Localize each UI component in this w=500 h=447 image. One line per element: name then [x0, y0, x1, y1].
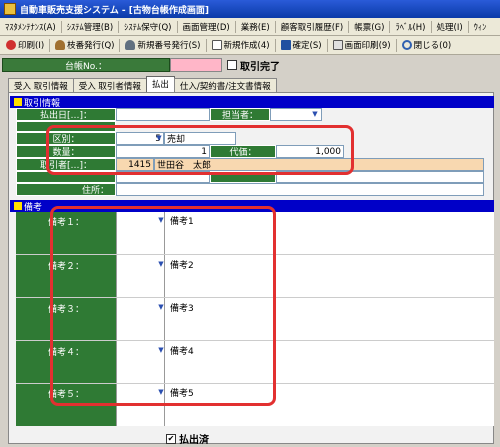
app-icon [4, 3, 16, 15]
toolbar-divider [326, 38, 328, 52]
ledger-header: 台帳No.： 取引完了 [2, 57, 498, 73]
menu-business[interactable]: 業務(E) [236, 21, 275, 33]
toolbar-divider [49, 38, 51, 52]
confirm-label: 確定(S) [292, 41, 322, 51]
tab-receive-party[interactable]: 受入 取引者情報 [72, 78, 147, 92]
person-icon [55, 40, 66, 50]
section-marker-icon [14, 202, 22, 210]
menu-customer-history[interactable]: 顧客取引履歴(F) [276, 21, 349, 33]
close-button[interactable]: 閉じる(0) [398, 39, 456, 51]
paid-out-group: ✔ 払出済 [166, 431, 209, 446]
menu-process[interactable]: 処理(I) [432, 21, 468, 33]
menu-master[interactable]: ﾏｽﾀﾒﾝﾃﾅﾝｽ(A) [0, 21, 61, 33]
close-label: 閉じる(0) [413, 41, 452, 51]
deal-info-header: 取引情報 [10, 96, 494, 109]
issue-number-button[interactable]: 枝番発行(Q) [51, 39, 118, 51]
address-label: 住所： [16, 183, 116, 196]
toolbar-divider [395, 38, 397, 52]
menu-window[interactable]: ｳｨﾝ [469, 21, 492, 33]
tab-receive-deal[interactable]: 受入 取引情報 [8, 78, 74, 92]
close-link-icon [401, 40, 412, 50]
new-create-button[interactable]: 新規作成(4) [208, 39, 274, 51]
deal-complete-checkbox[interactable] [227, 60, 237, 70]
issue-number-label: 枝番発行(Q) [67, 41, 115, 51]
title-bar: 自動車販売支援システム - [古物台帳作成画面] [0, 0, 500, 18]
menu-system-maint[interactable]: ｼｽﾃﾑ保守(Q) [119, 21, 176, 33]
deal-complete-label: 取引完了 [240, 61, 280, 73]
paid-out-checkbox[interactable]: ✔ [166, 433, 176, 444]
deal-info-title: 取引情報 [24, 98, 61, 109]
printer-icon [6, 40, 16, 50]
menu-forms[interactable]: 帳票(G) [349, 21, 389, 33]
print-button[interactable]: 印刷(I) [2, 39, 48, 51]
new-document-icon [211, 40, 222, 50]
toolbar-divider [274, 38, 276, 52]
toolbar: 印刷(I) 枝番発行(Q) 新規番号発行(S) 新規作成(4) 確定(S) 画面… [0, 36, 500, 55]
tab-payout[interactable]: 払出 [145, 76, 175, 92]
ledger-number-label: 台帳No.： [2, 58, 170, 72]
toolbar-divider [119, 38, 121, 52]
menu-label[interactable]: ﾗﾍﾞﾙ(H) [390, 21, 430, 33]
print-label: 印刷(I) [18, 41, 45, 51]
menu-system-admin[interactable]: ｼｽﾃﾑ管理(B) [62, 21, 118, 33]
ledger-number-field[interactable] [170, 58, 222, 72]
tab-purchase-contract[interactable]: 仕入/契約書/注文書情報 [173, 78, 277, 92]
tab-strip: 受入 取引情報 受入 取引者情報 払出 仕入/契約書/注文書情報 [8, 76, 277, 92]
paid-out-label: 払出済 [179, 435, 209, 446]
save-icon [280, 40, 291, 50]
menu-screen-admin[interactable]: 画面管理(D) [178, 21, 235, 33]
new-create-label: 新規作成(4) [223, 41, 270, 51]
address-field[interactable] [116, 183, 484, 196]
highlight-box-remarks [50, 206, 276, 406]
highlight-box-deal [46, 125, 354, 175]
payout-date-label[interactable]: 払出日[…]： [16, 108, 116, 121]
handler-dropdown-icon[interactable]: ▼ [310, 109, 320, 119]
toolbar-divider [205, 38, 207, 52]
confirm-button[interactable]: 確定(S) [277, 39, 326, 51]
section-marker-icon [14, 98, 22, 106]
handler-label: 担当者： [210, 108, 270, 121]
screen-print-icon [332, 40, 343, 50]
new-number-button[interactable]: 新規番号発行(S) [121, 39, 204, 51]
payout-date-field[interactable] [116, 108, 210, 121]
remarks-title: 備考 [24, 202, 43, 213]
new-number-label: 新規番号発行(S) [137, 41, 201, 51]
menu-bar: ﾏｽﾀﾒﾝﾃﾅﾝｽ(A) ｼｽﾃﾑ管理(B) ｼｽﾃﾑ保守(Q) 画面管理(D)… [0, 18, 500, 36]
screen-print-button[interactable]: 画面印刷(9) [329, 39, 395, 51]
screen-print-label: 画面印刷(9) [344, 41, 391, 51]
person-add-icon [125, 40, 136, 50]
window-title: 自動車販売支援システム - [古物台帳作成画面] [20, 5, 209, 16]
